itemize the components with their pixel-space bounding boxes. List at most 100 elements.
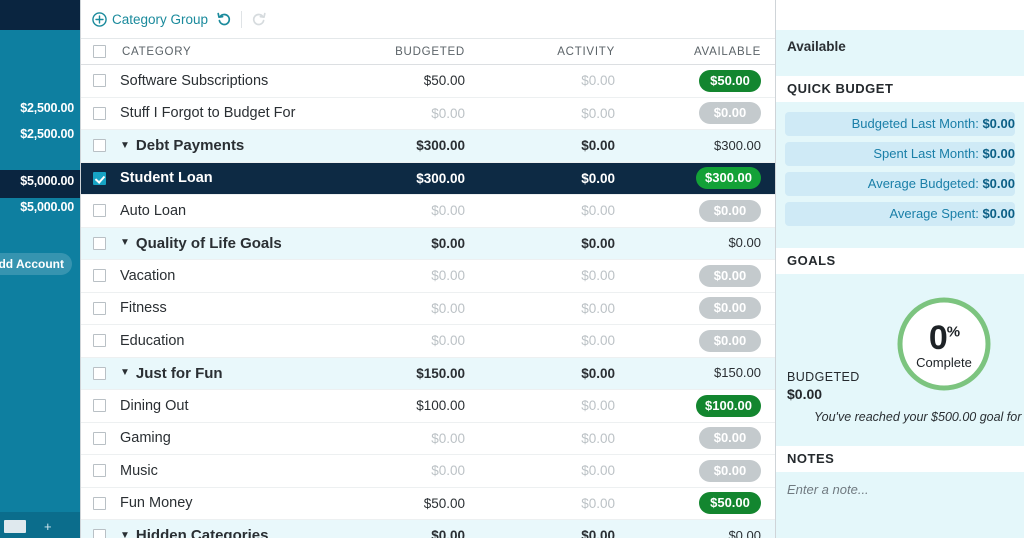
available-cell[interactable]: $100.00 — [635, 394, 775, 417]
available-pill[interactable]: $0.00 — [699, 329, 761, 352]
category-name-cell[interactable]: ▼ Quality of Life Goals — [117, 235, 317, 252]
add-account-button[interactable]: Add Account — [0, 253, 72, 275]
column-header-available[interactable]: AVAILABLE — [635, 46, 775, 58]
table-row[interactable]: Gaming $0.00 $0.00 $0.00 — [81, 422, 775, 455]
category-name-cell[interactable]: ▼ Just for Fun — [117, 365, 317, 382]
available-pill[interactable]: $0.00 — [719, 232, 761, 254]
category-name-cell[interactable]: Dining Out — [117, 398, 317, 414]
notes-input[interactable]: Enter a note... — [776, 472, 1024, 497]
caret-down-icon[interactable]: ▼ — [120, 530, 130, 538]
available-pill[interactable]: $0.00 — [699, 459, 761, 482]
row-checkbox[interactable] — [92, 301, 106, 315]
row-checkbox[interactable] — [92, 106, 106, 120]
quick-budget-button[interactable]: Budgeted Last Month: $0.00 — [785, 112, 1015, 136]
table-row[interactable]: Vacation $0.00 $0.00 $0.00 — [81, 260, 775, 293]
table-row[interactable]: Auto Loan $0.00 $0.00 $0.00 — [81, 195, 775, 228]
table-row[interactable]: Fitness $0.00 $0.00 $0.00 — [81, 292, 775, 325]
category-name-cell[interactable]: Student Loan — [117, 170, 317, 186]
budgeted-cell[interactable]: $0.00 — [317, 528, 483, 538]
activity-cell[interactable]: $0.00 — [483, 138, 635, 153]
activity-cell[interactable]: $0.00 — [483, 268, 635, 283]
table-row[interactable]: Student Loan $300.00 $0.00 $300.00 — [81, 162, 775, 195]
available-cell[interactable]: $300.00 — [635, 167, 775, 190]
budgeted-cell[interactable]: $300.00 — [317, 138, 483, 153]
undo-icon[interactable] — [216, 11, 232, 27]
category-name-cell[interactable]: Gaming — [117, 430, 317, 446]
budgeted-cell[interactable]: $0.00 — [317, 236, 483, 251]
budgeted-cell[interactable]: $150.00 — [317, 366, 483, 381]
available-cell[interactable]: $0.00 — [635, 297, 775, 320]
activity-cell[interactable]: $0.00 — [483, 398, 635, 413]
table-row[interactable]: Education $0.00 $0.00 $0.00 — [81, 325, 775, 358]
available-cell[interactable]: $50.00 — [635, 69, 775, 92]
column-header-budgeted[interactable]: BUDGETED — [317, 46, 483, 58]
redo-icon[interactable] — [251, 11, 267, 27]
available-cell[interactable]: $50.00 — [635, 492, 775, 515]
keyboard-icon[interactable] — [4, 520, 26, 533]
available-pill[interactable]: $0.00 — [699, 264, 761, 287]
activity-cell[interactable]: $0.00 — [483, 236, 635, 251]
category-name-cell[interactable]: Stuff I Forgot to Budget For — [117, 105, 317, 121]
budgeted-cell[interactable]: $0.00 — [317, 301, 483, 316]
available-cell[interactable]: $0.00 — [635, 264, 775, 287]
available-cell[interactable]: $0.00 — [635, 329, 775, 352]
activity-cell[interactable]: $0.00 — [483, 366, 635, 381]
available-pill[interactable]: $0.00 — [699, 427, 761, 450]
quick-budget-button[interactable]: Average Spent: $0.00 — [785, 202, 1015, 226]
budgeted-cell[interactable]: $100.00 — [317, 398, 483, 413]
column-header-activity[interactable]: ACTIVITY — [483, 46, 635, 58]
table-row[interactable]: ▼ Debt Payments $300.00 $0.00 $300.00 — [81, 130, 775, 163]
available-cell[interactable]: $0.00 — [635, 232, 775, 254]
available-pill[interactable]: $50.00 — [699, 492, 761, 515]
row-checkbox[interactable] — [92, 139, 106, 153]
available-pill[interactable]: $150.00 — [705, 362, 761, 384]
row-checkbox[interactable] — [92, 236, 106, 250]
category-name-cell[interactable]: Education — [117, 333, 317, 349]
activity-cell[interactable]: $0.00 — [483, 106, 635, 121]
available-pill[interactable]: $0.00 — [699, 199, 761, 222]
quick-budget-button[interactable]: Average Budgeted: $0.00 — [785, 172, 1015, 196]
table-row[interactable]: Music $0.00 $0.00 $0.00 — [81, 455, 775, 488]
table-row[interactable]: ▼ Hidden Categories $0.00 $0.00 $0.00 — [81, 520, 775, 538]
category-name-cell[interactable]: Music — [117, 463, 317, 479]
available-cell[interactable]: $0.00 — [635, 102, 775, 125]
caret-down-icon[interactable]: ▼ — [120, 368, 130, 378]
budgeted-cell[interactable]: $0.00 — [317, 268, 483, 283]
select-all-checkbox[interactable] — [92, 45, 106, 58]
activity-cell[interactable]: $0.00 — [483, 301, 635, 316]
activity-cell[interactable]: $0.00 — [483, 528, 635, 538]
quick-budget-button[interactable]: Spent Last Month: $0.00 — [785, 142, 1015, 166]
row-checkbox[interactable] — [92, 399, 106, 413]
table-row[interactable]: Stuff I Forgot to Budget For $0.00 $0.00 $0… — [81, 97, 775, 130]
category-name-cell[interactable]: ▼ Debt Payments — [117, 137, 317, 154]
available-pill[interactable]: $0.00 — [719, 525, 761, 538]
activity-cell[interactable]: $0.00 — [483, 431, 635, 446]
budgeted-cell[interactable]: $0.00 — [317, 463, 483, 478]
caret-down-icon[interactable]: ▼ — [120, 140, 130, 151]
activity-cell[interactable]: $0.00 — [483, 333, 635, 348]
budgeted-cell[interactable]: $0.00 — [317, 333, 483, 348]
category-name-cell[interactable]: Software Subscriptions — [117, 73, 317, 89]
row-checkbox[interactable] — [92, 431, 106, 445]
budgeted-cell[interactable]: $50.00 — [317, 496, 483, 511]
activity-cell[interactable]: $0.00 — [483, 463, 635, 478]
available-pill[interactable]: $0.00 — [699, 102, 761, 125]
column-header-category[interactable]: CATEGORY — [117, 46, 317, 58]
available-pill[interactable]: $300.00 — [696, 167, 761, 190]
row-checkbox[interactable] — [92, 529, 106, 538]
row-checkbox[interactable] — [92, 334, 106, 348]
category-name-cell[interactable]: Auto Loan — [117, 203, 317, 219]
budgeted-cell[interactable]: $300.00 — [317, 171, 483, 186]
available-cell[interactable]: $300.00 — [635, 135, 775, 157]
table-row[interactable]: Fun Money $50.00 $0.00 $50.00 — [81, 487, 775, 520]
table-row[interactable]: Dining Out $100.00 $0.00 $100.00 — [81, 390, 775, 423]
category-name-cell[interactable]: Fun Money — [117, 495, 317, 511]
row-checkbox[interactable] — [92, 269, 106, 283]
budgeted-cell[interactable]: $0.00 — [317, 203, 483, 218]
plus-icon[interactable]: + — [44, 520, 52, 533]
available-cell[interactable]: $0.00 — [635, 427, 775, 450]
budgeted-cell[interactable]: $0.00 — [317, 106, 483, 121]
available-pill[interactable]: $100.00 — [696, 394, 761, 417]
activity-cell[interactable]: $0.00 — [483, 171, 635, 186]
table-row[interactable]: Software Subscriptions $50.00 $0.00 $50.00 — [81, 65, 775, 98]
